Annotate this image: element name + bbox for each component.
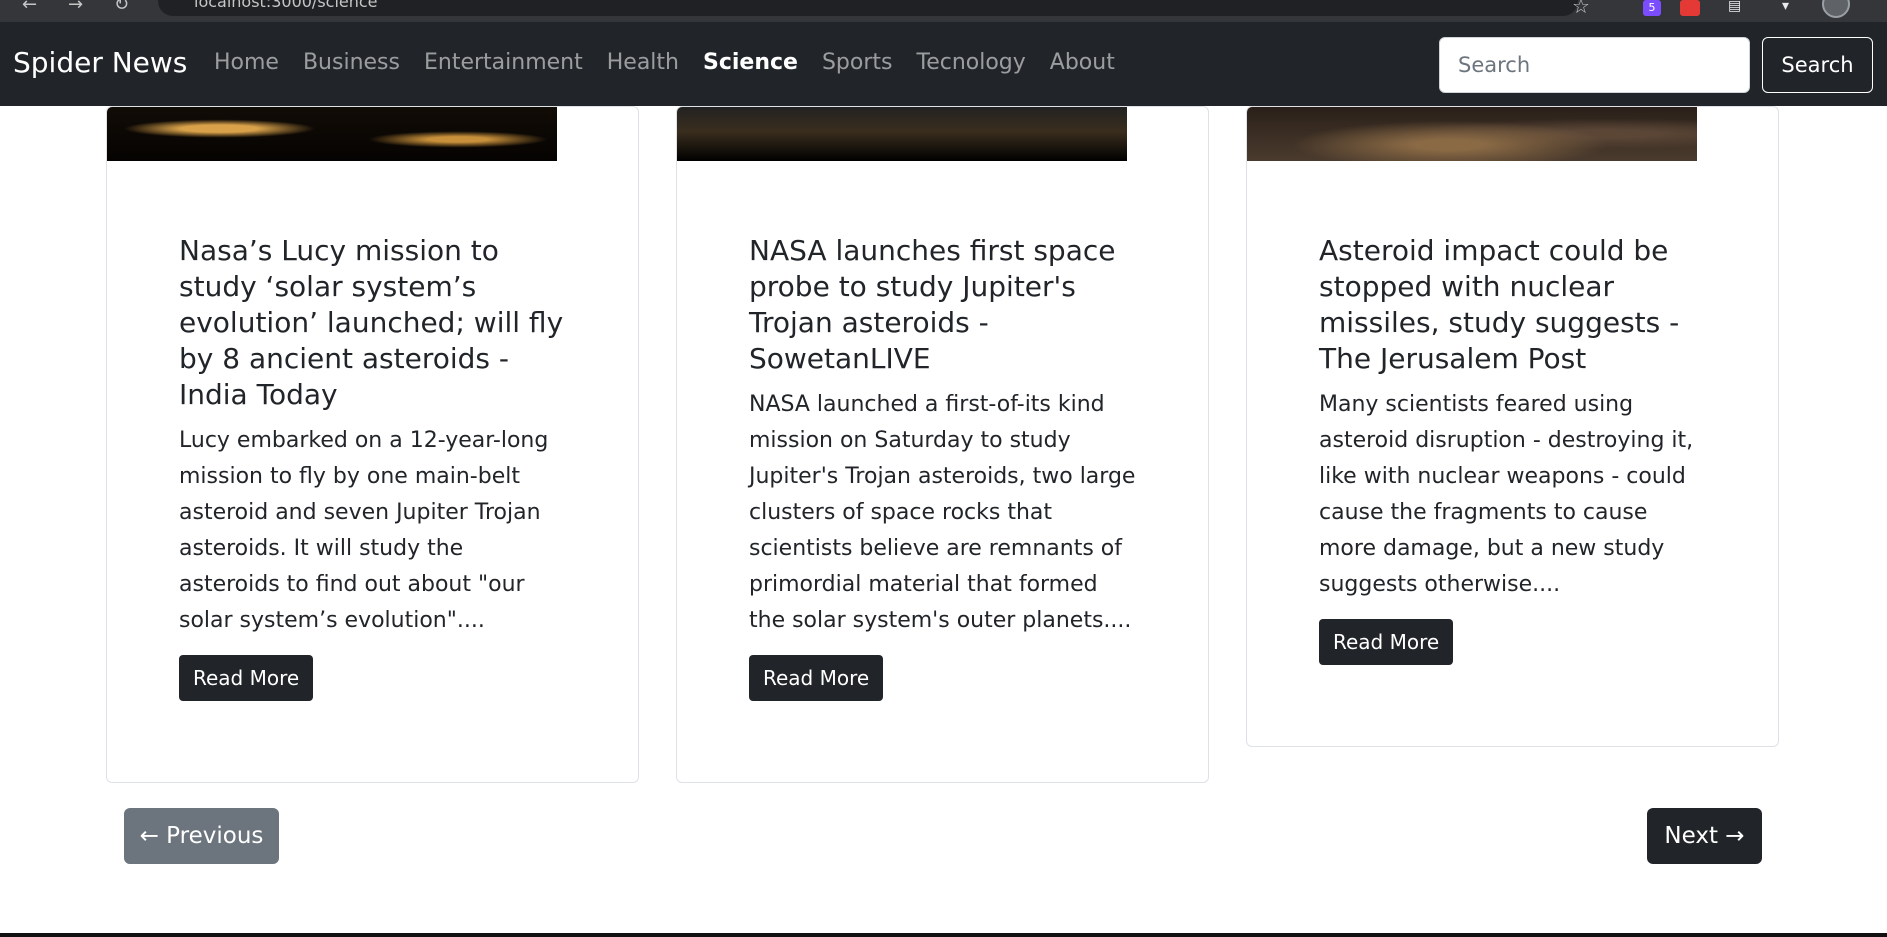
extension-icon[interactable]	[1680, 0, 1700, 16]
read-more-button[interactable]: Read More	[749, 655, 884, 701]
nav-links: Home Business Entertainment Health Scien…	[214, 50, 1139, 75]
article-body: NASA launches first space probe to study…	[749, 233, 1139, 701]
search-button[interactable]: Search	[1762, 37, 1873, 93]
address-bar-url: localhost:3000/science	[194, 0, 378, 11]
navbar: Spider News Home Business Entertainment …	[0, 22, 1887, 106]
nav-link-about[interactable]: About	[1050, 50, 1115, 75]
site-brand[interactable]: Spider News	[13, 46, 187, 79]
article-body: Nasa’s Lucy mission to study ‘solar syst…	[179, 233, 569, 701]
article-image	[1247, 107, 1697, 161]
nav-link-science[interactable]: Science	[703, 50, 798, 75]
nav-link-sports[interactable]: Sports	[822, 50, 893, 75]
nav-link-home[interactable]: Home	[214, 50, 279, 75]
article-image	[677, 107, 1127, 161]
read-more-button[interactable]: Read More	[179, 655, 314, 701]
reload-icon[interactable]: ↻	[114, 0, 129, 15]
article-description: Lucy embarked on a 12-year-long mission …	[179, 428, 549, 633]
next-page-button[interactable]: Next →	[1647, 808, 1762, 864]
extension-icon[interactable]: 5	[1643, 0, 1661, 16]
article-image	[107, 107, 557, 161]
nav-link-health[interactable]: Health	[607, 50, 679, 75]
download-icon[interactable]: ▾	[1782, 0, 1796, 16]
forward-icon[interactable]: →	[68, 0, 83, 15]
article-body: Asteroid impact could be stopped with nu…	[1319, 233, 1709, 665]
nav-link-business[interactable]: Business	[303, 50, 400, 75]
puzzle-icon[interactable]: ▤	[1728, 0, 1746, 16]
article-title: Asteroid impact could be stopped with nu…	[1319, 234, 1680, 375]
profile-avatar[interactable]	[1822, 0, 1850, 18]
browser-toolbar: ← → ↻ localhost:3000/science ☆ 5 ▤ ▾	[0, 0, 1887, 22]
back-icon[interactable]: ←	[22, 0, 37, 15]
nav-link-tecnology[interactable]: Tecnology	[917, 50, 1026, 75]
article-title: NASA launches first space probe to study…	[749, 234, 1116, 375]
article-description: Many scientists feared using asteroid di…	[1319, 392, 1694, 597]
article-description: NASA launched a first-of-its kind missio…	[749, 392, 1136, 633]
article-card: Asteroid impact could be stopped with nu…	[1246, 106, 1779, 747]
read-more-button[interactable]: Read More	[1319, 619, 1454, 665]
bookmark-star-icon[interactable]: ☆	[1572, 0, 1590, 18]
article-card: Nasa’s Lucy mission to study ‘solar syst…	[106, 106, 639, 783]
taskbar	[0, 933, 1887, 937]
nav-link-entertainment[interactable]: Entertainment	[424, 50, 583, 75]
previous-page-button[interactable]: ← Previous	[124, 808, 279, 864]
address-bar[interactable]: localhost:3000/science	[158, 0, 1578, 16]
search-input[interactable]	[1439, 37, 1750, 93]
article-card: NASA launches first space probe to study…	[676, 106, 1209, 783]
article-title: Nasa’s Lucy mission to study ‘solar syst…	[179, 234, 564, 411]
